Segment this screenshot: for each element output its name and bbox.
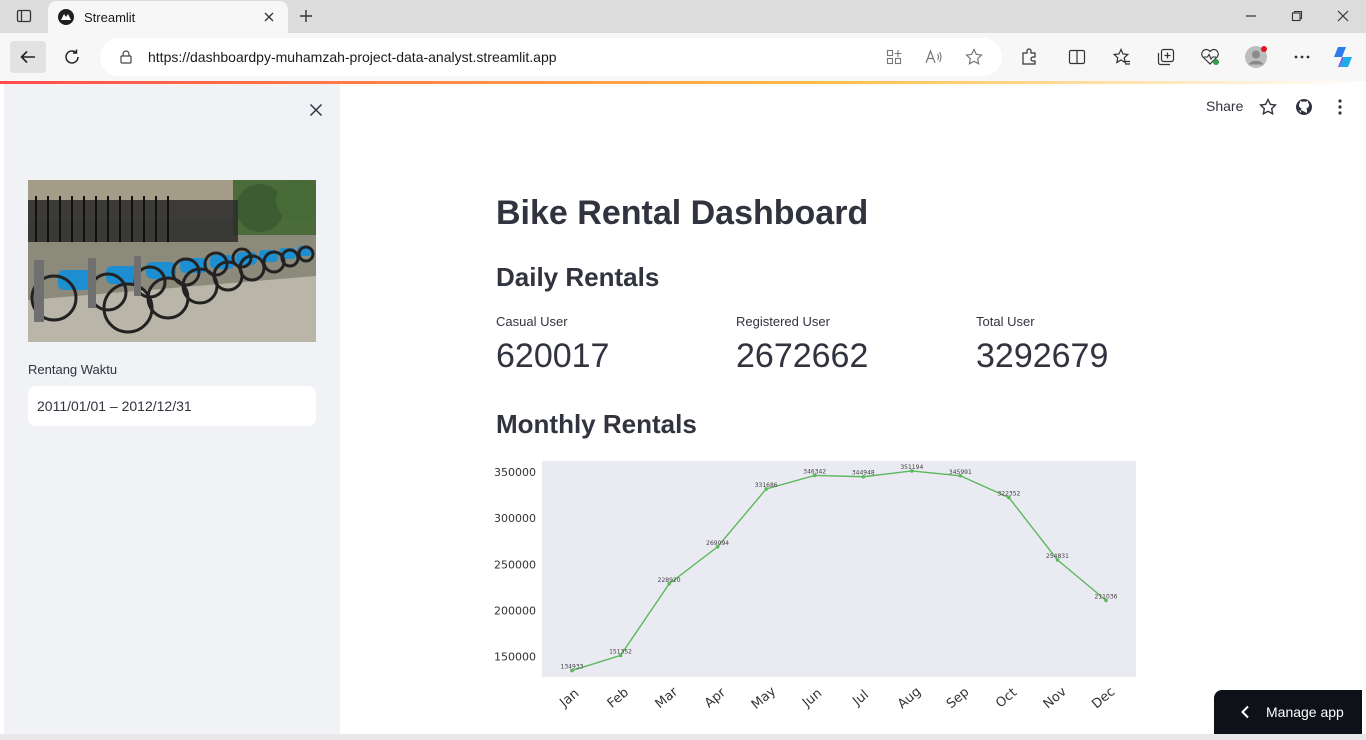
x-tick-label: Feb <box>605 685 632 711</box>
manage-app-label: Manage app <box>1266 704 1344 720</box>
tab-title: Streamlit <box>84 9 136 25</box>
metric-label: Registered User <box>736 314 830 329</box>
browser-tab-strip: Streamlit <box>0 0 1366 33</box>
favorite-star-icon[interactable] <box>962 45 986 69</box>
more-options-icon[interactable] <box>1290 45 1314 69</box>
github-icon[interactable] <box>1293 96 1315 118</box>
favorites-icon[interactable] <box>1110 45 1134 69</box>
data-label: 331686 <box>755 482 778 489</box>
data-label: 351194 <box>900 464 923 471</box>
x-tick-label: Dec <box>1089 684 1118 712</box>
y-tick-label: 350000 <box>494 466 536 479</box>
reload-button[interactable] <box>54 41 90 73</box>
browser-toolbar: https://dashboardpy-muhamzah-project-dat… <box>0 33 1366 81</box>
bike-rack-photo <box>28 180 316 342</box>
metric-value: 2672662 <box>736 337 869 375</box>
main-content: Share Bike Rental Dashboard Daily Rental… <box>340 84 1362 734</box>
y-tick-label: 200000 <box>494 605 536 618</box>
plot-area <box>542 461 1136 677</box>
monthly-rentals-heading: Monthly Rentals <box>496 409 697 439</box>
data-label: 346342 <box>803 468 826 475</box>
data-label: 344948 <box>852 470 875 477</box>
monthly-rentals-chart: 150000 200000 250000 300000 350000 Jan Feb Mar A… <box>480 454 1210 716</box>
restore-icon[interactable] <box>1274 0 1320 32</box>
tab-actions-icon[interactable] <box>8 4 40 28</box>
chevron-left-icon <box>1238 705 1252 719</box>
tab-close-icon[interactable] <box>260 8 278 26</box>
manage-app-button[interactable]: Manage app <box>1214 690 1362 734</box>
x-tick-label: Jan <box>556 686 582 711</box>
browser-tab[interactable]: Streamlit <box>48 1 288 33</box>
new-tab-icon[interactable] <box>294 4 318 28</box>
app-available-icon[interactable] <box>882 45 906 69</box>
data-label: 228920 <box>658 577 681 584</box>
date-range-input[interactable]: 2011/01/01 – 2012/12/31 <box>28 386 316 426</box>
streamlit-favicon-icon <box>58 9 74 25</box>
read-aloud-icon[interactable] <box>922 45 946 69</box>
window-close-icon[interactable] <box>1320 0 1366 32</box>
x-tick-label: Jul <box>849 688 871 710</box>
y-tick-label: 150000 <box>494 651 536 664</box>
x-tick-label: May <box>749 684 779 713</box>
x-tick-label: Mar <box>653 684 682 712</box>
collections-icon[interactable] <box>1154 45 1178 69</box>
sidebar: Rentang Waktu 2011/01/01 – 2012/12/31 <box>4 84 340 734</box>
x-tick-label: Nov <box>1041 684 1070 712</box>
y-tick-label: 300000 <box>494 512 536 525</box>
x-tick-label: Sep <box>944 685 972 712</box>
copilot-icon[interactable] <box>1331 45 1355 69</box>
data-label: 151352 <box>609 648 632 655</box>
address-bar[interactable]: https://dashboardpy-muhamzah-project-dat… <box>100 38 1002 76</box>
x-tick-label: Aug <box>895 684 924 712</box>
share-button[interactable]: Share <box>1206 98 1243 114</box>
bottom-edge <box>0 734 1366 740</box>
data-label: 345991 <box>949 469 972 476</box>
data-label: 254831 <box>1046 553 1069 560</box>
data-label: 269094 <box>706 540 729 547</box>
main-menu-icon[interactable] <box>1329 96 1351 118</box>
daily-rentals-heading: Daily Rentals <box>496 262 660 292</box>
metric-total-user: Total User 3292679 <box>976 314 1196 376</box>
data-label: 211036 <box>1095 593 1118 600</box>
metric-value: 3292679 <box>976 337 1109 375</box>
url-text[interactable]: https://dashboardpy-muhamzah-project-dat… <box>148 49 882 65</box>
date-range-label: Rentang Waktu <box>28 362 118 377</box>
metric-casual-user: Casual User 620017 <box>496 314 716 376</box>
star-icon[interactable] <box>1257 96 1279 118</box>
monthly-rentals-chart-svg: 150000 200000 250000 300000 350000 Jan Feb Mar A… <box>494 461 1136 713</box>
metric-label: Casual User <box>496 314 568 329</box>
back-button[interactable] <box>10 41 46 73</box>
extensions-icon[interactable] <box>1017 45 1041 69</box>
metric-label: Total User <box>976 314 1035 329</box>
metric-value: 620017 <box>496 337 610 375</box>
metric-registered-user: Registered User 2672662 <box>736 314 956 376</box>
y-tick-label: 250000 <box>494 558 536 571</box>
sidebar-close-icon[interactable] <box>304 98 328 122</box>
profile-avatar-icon[interactable] <box>1244 45 1268 69</box>
x-tick-label: Apr <box>702 685 729 711</box>
x-tick-label: Jun <box>799 686 825 711</box>
data-label: 322352 <box>997 491 1020 498</box>
split-screen-icon[interactable] <box>1065 45 1089 69</box>
minimize-icon[interactable] <box>1228 0 1274 32</box>
x-tick-label: Oct <box>993 685 1020 711</box>
page-title: Bike Rental Dashboard <box>496 194 869 232</box>
lock-icon[interactable] <box>118 49 134 65</box>
data-label: 134933 <box>561 664 584 671</box>
browser-essentials-icon[interactable] <box>1198 45 1222 69</box>
